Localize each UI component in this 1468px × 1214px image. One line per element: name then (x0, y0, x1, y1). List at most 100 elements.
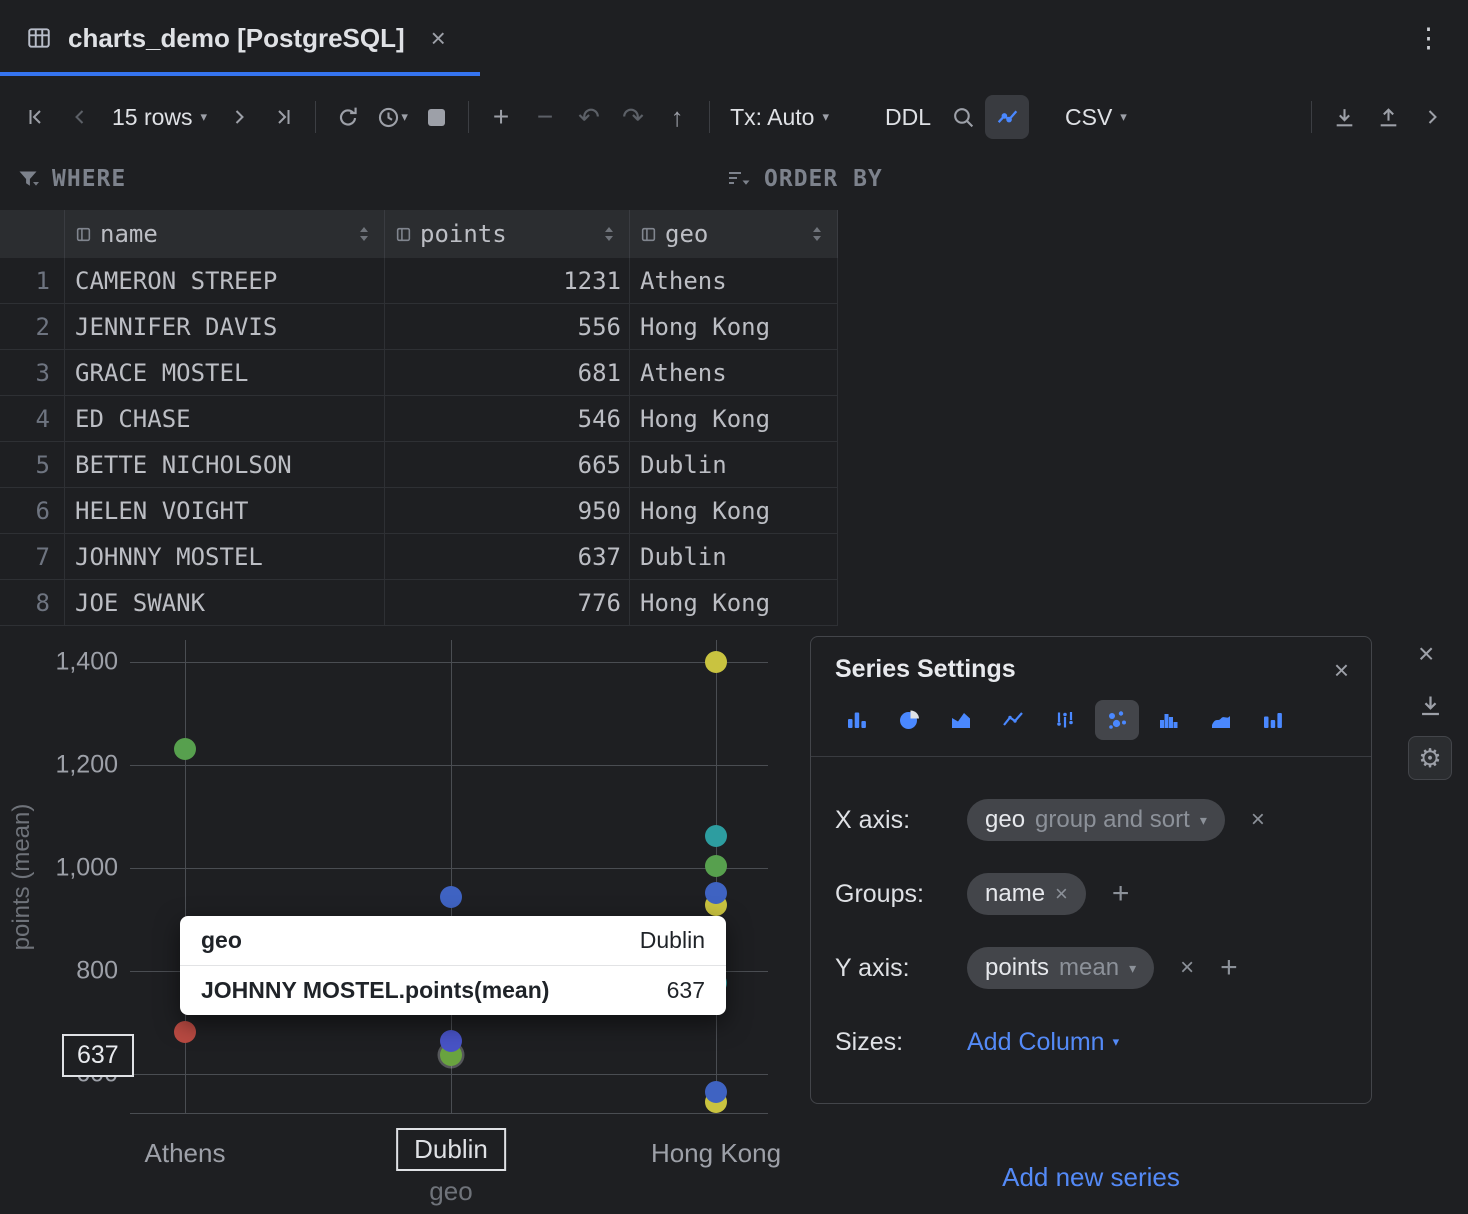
row-number[interactable]: 7 (0, 534, 65, 580)
cell-name[interactable]: JENNIFER DAVIS (65, 304, 385, 350)
add-group-icon[interactable]: + (1112, 879, 1130, 909)
add-column-link[interactable]: Add Column ▾ (967, 1028, 1119, 1057)
row-number[interactable]: 2 (0, 304, 65, 350)
cell-points[interactable]: 665 (385, 442, 630, 488)
column-header-name[interactable]: name (65, 210, 385, 258)
more-toolbar-button[interactable] (1410, 95, 1454, 139)
scatter-point[interactable] (174, 1021, 196, 1043)
kebab-menu-icon[interactable]: ⋮ (1415, 23, 1442, 54)
chart-type-scatter-icon[interactable] (1095, 700, 1139, 740)
cell-points[interactable]: 1231 (385, 258, 630, 304)
cell-geo[interactable]: Hong Kong (630, 488, 838, 534)
scatter-point[interactable] (440, 886, 462, 908)
export-chart-button[interactable] (1417, 692, 1444, 719)
import-data-button[interactable] (1366, 95, 1410, 139)
cell-points[interactable]: 637 (385, 534, 630, 580)
order-by-filter[interactable]: ORDER BY (726, 166, 883, 192)
groups-field-pill[interactable]: name × (967, 873, 1086, 915)
cell-geo[interactable]: Athens (630, 258, 838, 304)
remove-y-axis-icon[interactable]: × (1180, 956, 1194, 980)
rollback-button[interactable]: ↷ (611, 95, 655, 139)
cell-name[interactable]: CAMERON STREEP (65, 258, 385, 304)
sort-arrows-icon[interactable] (358, 225, 370, 243)
where-filter[interactable]: WHERE (16, 166, 126, 192)
cell-name[interactable]: GRACE MOSTEL (65, 350, 385, 396)
cell-name[interactable]: JOE SWANK (65, 580, 385, 626)
tab-close-icon[interactable]: × (431, 25, 446, 51)
chart-type-line-icon[interactable] (991, 700, 1035, 740)
export-data-button[interactable] (1322, 95, 1366, 139)
scatter-point[interactable] (440, 1030, 462, 1052)
cell-points[interactable]: 950 (385, 488, 630, 534)
scatter-point[interactable] (705, 882, 727, 904)
last-page-button[interactable] (261, 95, 305, 139)
chart-type-stream-icon[interactable] (1199, 700, 1243, 740)
chart-type-histogram-icon[interactable] (1147, 700, 1191, 740)
remove-x-axis-icon[interactable]: × (1251, 808, 1265, 832)
cell-geo[interactable]: Dublin (630, 442, 838, 488)
next-page-button[interactable] (217, 95, 261, 139)
chart-type-pie-icon[interactable] (887, 700, 931, 740)
schedule-refresh-button[interactable]: ▾ (370, 95, 414, 139)
row-number[interactable]: 5 (0, 442, 65, 488)
scatter-point[interactable] (705, 825, 727, 847)
row-number[interactable]: 6 (0, 488, 65, 534)
add-new-series-link[interactable]: Add new series (810, 1162, 1372, 1193)
x-axis-field-pill[interactable]: geo group and sort ▾ (967, 799, 1225, 841)
cell-geo[interactable]: Hong Kong (630, 304, 838, 350)
cell-points[interactable]: 546 (385, 396, 630, 442)
chart-type-bar-icon[interactable] (1251, 700, 1295, 740)
page-size-dropdown[interactable]: 15 rows ▾ (102, 95, 217, 139)
add-y-axis-icon[interactable]: + (1220, 953, 1238, 983)
column-header-points[interactable]: points (385, 210, 630, 258)
close-icon[interactable]: × (1334, 657, 1349, 683)
cell-name[interactable]: JOHNNY MOSTEL (65, 534, 385, 580)
previous-page-button[interactable] (58, 95, 102, 139)
export-format-dropdown[interactable]: CSV ▾ (1055, 95, 1137, 139)
scatter-point[interactable] (705, 651, 727, 673)
column-header-geo[interactable]: geo (630, 210, 838, 258)
cell-geo[interactable]: Athens (630, 350, 838, 396)
tx-mode-dropdown[interactable]: Tx: Auto ▾ (720, 95, 839, 139)
scatter-point[interactable] (705, 855, 727, 877)
cell-geo[interactable]: Dublin (630, 534, 838, 580)
cell-name[interactable]: ED CHASE (65, 396, 385, 442)
remove-group-icon[interactable]: × (1055, 881, 1068, 907)
chart-type-range-icon[interactable] (1043, 700, 1087, 740)
cell-geo[interactable]: Hong Kong (630, 396, 838, 442)
reload-button[interactable] (326, 95, 370, 139)
row-number[interactable]: 8 (0, 580, 65, 626)
grid-line (130, 1074, 768, 1075)
cell-geo[interactable]: Hong Kong (630, 580, 838, 626)
cell-name[interactable]: HELEN VOIGHT (65, 488, 385, 534)
scatter-point[interactable] (705, 1081, 727, 1103)
search-button[interactable] (941, 95, 985, 139)
row-number[interactable]: 3 (0, 350, 65, 396)
chart-view-button[interactable] (985, 95, 1029, 139)
y-axis-row: Y axis: points mean ▾ × + (835, 931, 1347, 1005)
close-chart-panel-icon[interactable]: × (1418, 638, 1434, 670)
chart-settings-button[interactable]: ⚙ (1408, 736, 1452, 780)
chart-type-area-icon[interactable] (939, 700, 983, 740)
sort-arrows-icon[interactable] (811, 225, 823, 243)
ddl-button[interactable]: DDL (875, 95, 941, 139)
scatter-point[interactable] (174, 738, 196, 760)
first-page-button[interactable] (14, 95, 58, 139)
chart-tooltip: geo Dublin JOHNNY MOSTEL.points(mean) 63… (180, 916, 726, 1015)
sort-arrows-icon[interactable] (603, 225, 615, 243)
stop-button[interactable] (414, 95, 458, 139)
delete-row-button[interactable]: − (523, 95, 567, 139)
y-axis-field-pill[interactable]: points mean ▾ (967, 947, 1154, 989)
row-number[interactable]: 1 (0, 258, 65, 304)
add-row-button[interactable]: + (479, 95, 523, 139)
row-number-header (0, 210, 65, 258)
submit-button[interactable]: ↑ (655, 95, 699, 139)
cell-points[interactable]: 776 (385, 580, 630, 626)
cell-points[interactable]: 681 (385, 350, 630, 396)
cell-points[interactable]: 556 (385, 304, 630, 350)
chart-type-column-icon[interactable] (835, 700, 879, 740)
revert-button[interactable]: ↶ (567, 95, 611, 139)
cell-name[interactable]: BETTE NICHOLSON (65, 442, 385, 488)
row-number[interactable]: 4 (0, 396, 65, 442)
tab-charts-demo[interactable]: charts_demo [PostgreSQL] × (0, 0, 480, 76)
